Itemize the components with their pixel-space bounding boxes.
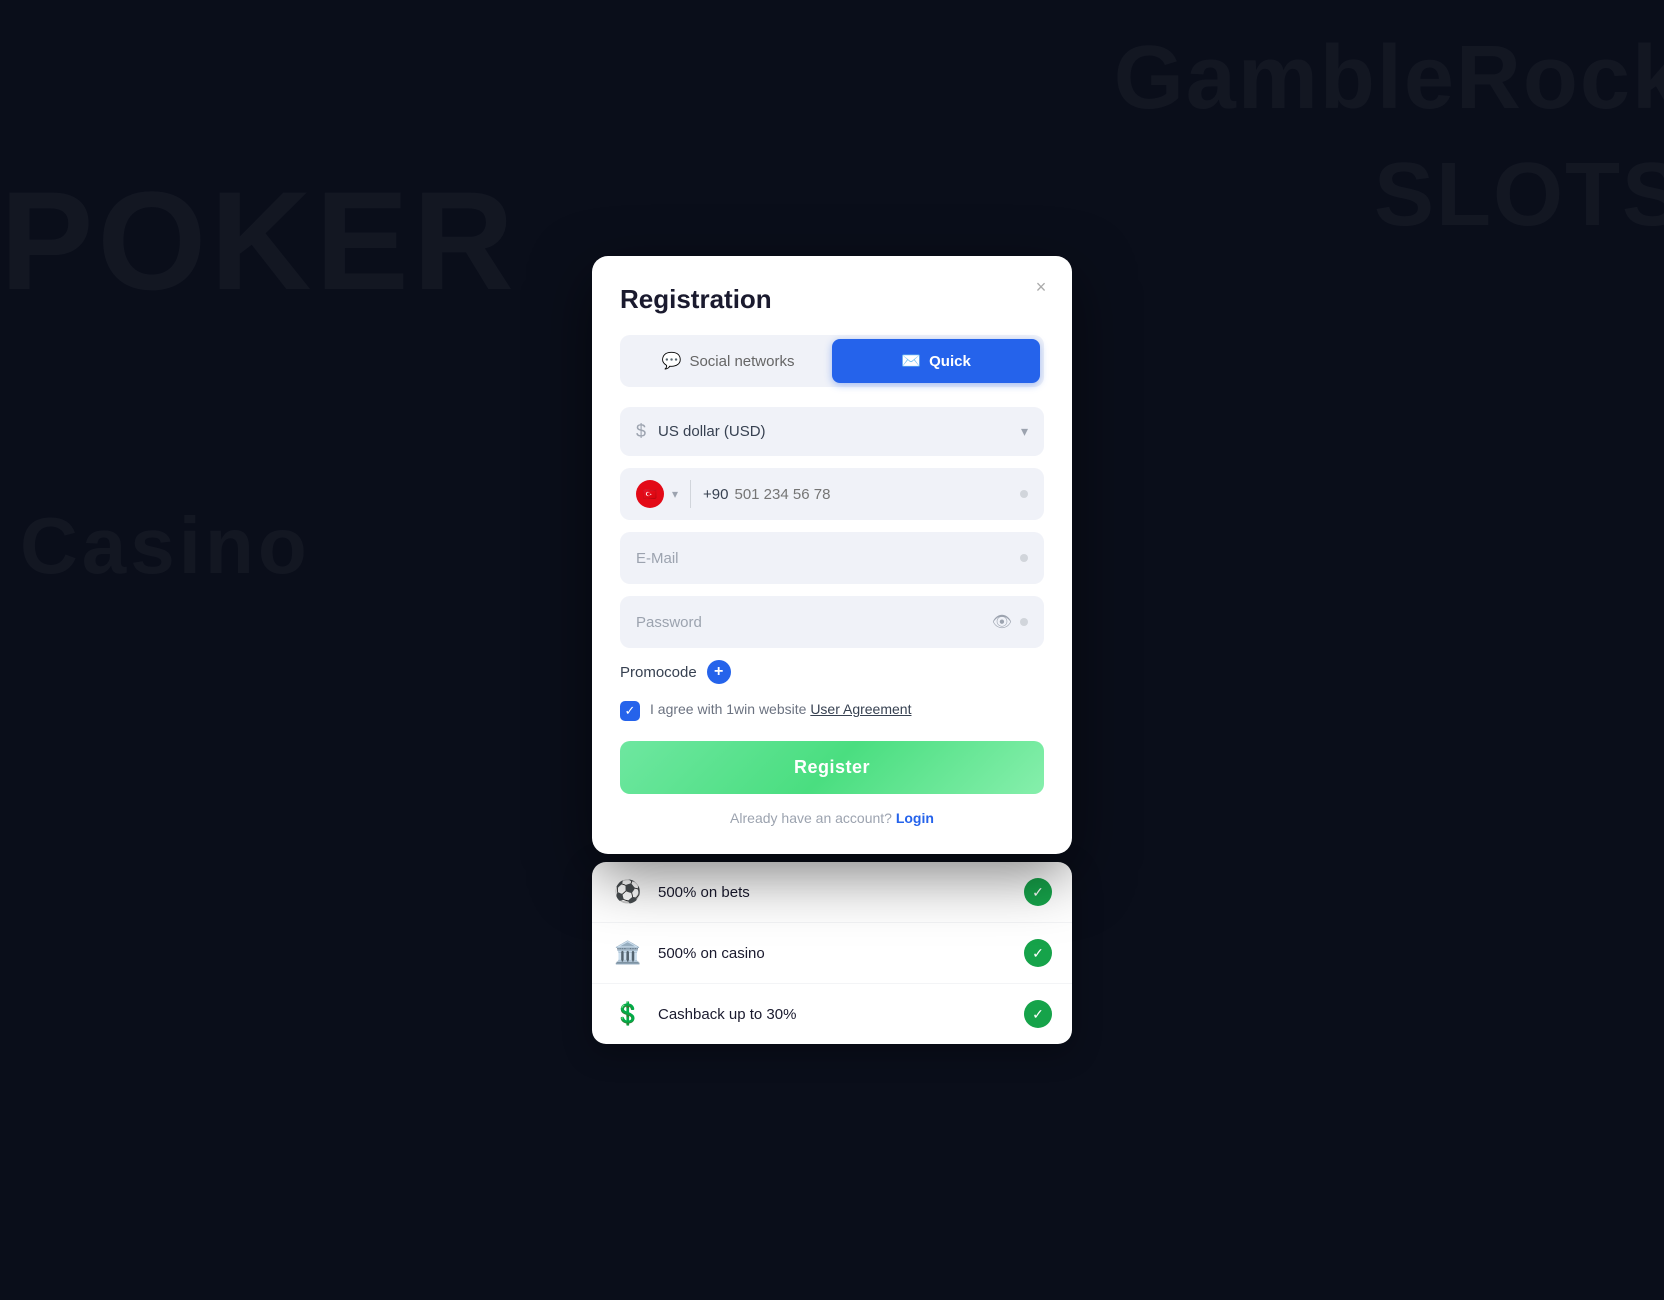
promo-bets-text: 500% on bets	[658, 884, 1024, 901]
tab-social-label: Social networks	[689, 353, 794, 370]
check-icon: ✓	[1032, 884, 1044, 901]
add-promocode-button[interactable]: +	[707, 660, 731, 684]
user-agreement-link[interactable]: User Agreement	[810, 701, 911, 717]
phone-dot-indicator	[1020, 490, 1028, 498]
chevron-down-icon: ▾	[1021, 423, 1028, 440]
cashback-icon: 💲	[612, 1001, 644, 1027]
eye-icon[interactable]: 👁	[992, 612, 1012, 632]
currency-value: US dollar (USD)	[658, 423, 1021, 440]
login-prompt-text: Already have an account?	[730, 810, 896, 826]
password-dot-indicator	[1020, 618, 1028, 626]
country-dropdown[interactable]: 🇹🇷 ▾	[636, 480, 678, 508]
checkmark-icon: ✓	[625, 703, 636, 719]
tab-quick-label: Quick	[929, 353, 971, 370]
promo-cashback-check: ✓	[1024, 1000, 1052, 1028]
tab-quick[interactable]: ✉️ Quick	[832, 339, 1040, 383]
bg-text-poker: POKER	[0, 160, 518, 322]
promo-item-casino: 🏛️ 500% on casino ✓	[592, 923, 1072, 984]
login-row: Already have an account? Login	[620, 810, 1044, 826]
soccer-ball-icon: ⚽	[612, 879, 644, 905]
phone-divider	[690, 480, 691, 508]
check-icon-3: ✓	[1032, 1006, 1044, 1023]
promo-card: ⚽ 500% on bets ✓ 🏛️ 500% on casino ✓ 💲 C…	[592, 862, 1072, 1044]
email-field-row	[620, 532, 1044, 584]
email-dot-indicator	[1020, 554, 1028, 562]
promo-casino-text: 500% on casino	[658, 945, 1024, 962]
modal-title: Registration	[620, 284, 1044, 315]
email-input[interactable]	[636, 550, 1020, 567]
tab-social-networks[interactable]: 💬 Social networks	[624, 339, 832, 383]
currency-select[interactable]: $ US dollar (USD) ▾	[620, 407, 1044, 456]
promocode-row: Promocode +	[620, 660, 1044, 684]
close-icon: ×	[1036, 277, 1047, 298]
password-field-row: 👁	[620, 596, 1044, 648]
agreement-row: ✓ I agree with 1win website User Agreeme…	[620, 700, 1044, 721]
phone-country-code: +90	[703, 486, 728, 503]
envelope-icon: ✉️	[901, 351, 921, 371]
phone-input[interactable]	[734, 486, 1020, 503]
password-input[interactable]	[636, 614, 992, 631]
tab-row: 💬 Social networks ✉️ Quick	[620, 335, 1044, 387]
flag-chevron-icon: ▾	[672, 487, 678, 501]
casino-icon: 🏛️	[612, 940, 644, 966]
promo-bets-check: ✓	[1024, 878, 1052, 906]
promo-item-bets: ⚽ 500% on bets ✓	[592, 862, 1072, 923]
dialog-wrapper: Registration × 💬 Social networks ✉️ Quic…	[592, 256, 1072, 1044]
promo-casino-check: ✓	[1024, 939, 1052, 967]
close-button[interactable]: ×	[1026, 272, 1056, 302]
bg-text-casino: Casino	[20, 500, 311, 592]
promo-cashback-text: Cashback up to 30%	[658, 1006, 1024, 1023]
agreement-text: I agree with 1win website User Agreement	[650, 700, 911, 720]
social-icon: 💬	[662, 351, 682, 371]
promocode-label: Promocode	[620, 664, 697, 681]
registration-modal: Registration × 💬 Social networks ✉️ Quic…	[592, 256, 1072, 854]
turkey-flag: 🇹🇷	[636, 480, 664, 508]
bg-text-right: GambleRock SLOTS	[1114, 20, 1664, 254]
phone-field-row: 🇹🇷 ▾ +90	[620, 468, 1044, 520]
login-link[interactable]: Login	[896, 810, 934, 826]
promo-item-cashback: 💲 Cashback up to 30% ✓	[592, 984, 1072, 1044]
register-button[interactable]: Register	[620, 741, 1044, 794]
agreement-checkbox[interactable]: ✓	[620, 701, 640, 721]
check-icon-2: ✓	[1032, 945, 1044, 962]
dollar-icon: $	[636, 421, 646, 442]
